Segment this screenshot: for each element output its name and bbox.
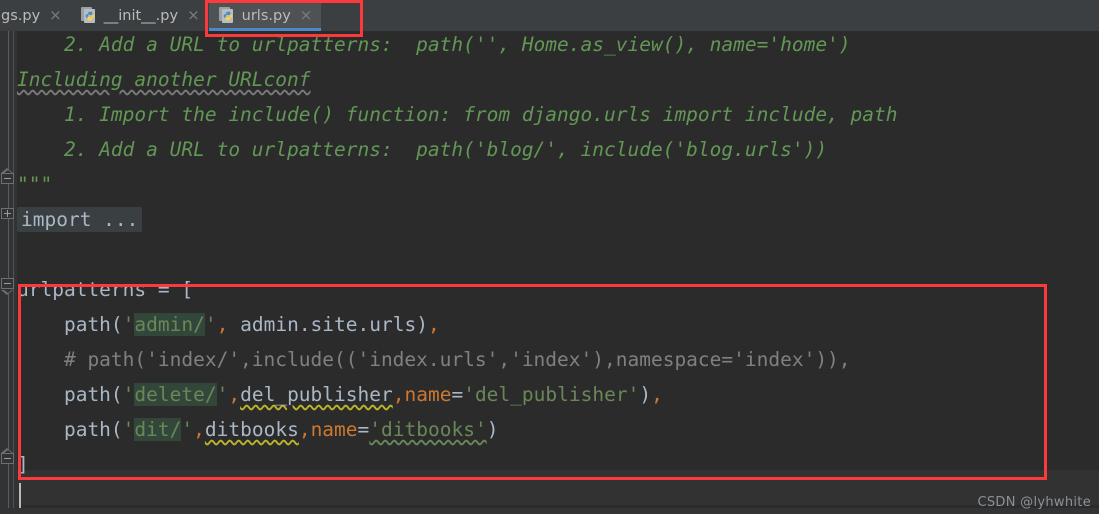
code-token-highlighted-string: admin/ [134,313,205,336]
code-token: path( [17,313,123,336]
code-token: urlpatterns [17,278,147,301]
tab-label: __init__.py [103,7,179,24]
code-token: ' [181,418,194,441]
gutter-divider [13,31,14,514]
code-line-12: path('dit/',ditbooks,name='ditbooks') [17,412,498,447]
editor-tab-bar: gs.py × __init__.py × urls.py × [0,0,1099,31]
close-icon[interactable]: × [300,8,313,23]
code-line-9: path('admin/', admin.site.urls), [17,307,440,342]
code-token: ' [122,313,135,336]
code-token: 2. Add a URL to urlpatterns: path('', Ho… [17,33,851,56]
python-file-icon [80,7,97,24]
code-token-kwarg: name [404,383,452,406]
code-token-spellcheck: 'ditbooks' [369,418,487,441]
code-token-kwarg: name [310,418,358,441]
code-token: = [357,418,370,441]
fold-marker-import-collapsed[interactable] [1,206,16,221]
code-line-5: """ [17,167,52,202]
tab-label: urls.py [241,7,291,24]
text-caret [19,483,21,509]
tab-init-py[interactable]: __init__.py × [71,0,209,31]
code-token: Including another URLconf [17,68,311,91]
code-token: , [651,383,663,406]
code-token: path( [17,383,123,406]
code-token: , [427,313,440,336]
code-token: ) [486,418,499,441]
code-token: 'del_publisher' [463,383,640,406]
python-file-icon [218,7,235,24]
collapsed-fold-chip[interactable]: import ... [17,207,143,232]
code-token-warning: del_publisher [240,383,393,406]
code-content[interactable]: 2. Add a URL to urlpatterns: path('', Ho… [17,31,1099,514]
code-token: 1. Import the include() function: from d… [17,103,898,126]
code-line-3: 1. Import the include() function: from d… [17,97,898,132]
fold-marker-urlpatterns-start[interactable] [1,276,16,295]
code-token: 2. Add a URL to urlpatterns: path('blog/… [17,138,828,161]
code-token: ' [122,383,135,406]
tab-label: gs.py [1,7,41,24]
code-token: ' [216,383,229,406]
code-token: = [146,278,182,301]
code-token: [ [181,278,194,301]
tab-urls-py[interactable]: urls.py × [208,0,322,31]
code-line-13: ] [17,447,29,482]
code-token: # path('index/',include(('index.urls','i… [17,348,851,371]
code-token: = [451,383,464,406]
close-icon[interactable]: × [187,8,200,23]
bottom-bar [0,508,1099,514]
code-token-highlighted-string: delete/ [134,383,217,406]
code-line-4: 2. Add a URL to urlpatterns: path('blog/… [17,132,827,167]
code-token: path( [17,418,123,441]
code-token-warning: ditbooks [204,418,299,441]
code-token: , [193,418,205,441]
code-token: ) [639,383,652,406]
code-token: ' [122,418,135,441]
code-token: """ [17,173,53,196]
code-token: , [392,383,405,406]
fold-marker-docstring-end[interactable] [1,168,16,186]
code-line-6-folded-import[interactable]: import ... [17,202,143,237]
code-token: ] [17,453,29,476]
fold-rail [8,31,9,514]
close-icon[interactable]: × [49,8,62,23]
watermark: CSDN @lyhwhite [977,495,1091,510]
code-line-1: 2. Add a URL to urlpatterns: path('', Ho… [17,31,851,62]
code-token: admin.site.urls) [228,313,428,336]
code-token: ' [204,313,217,336]
code-token-highlighted-string: dit/ [134,418,182,441]
code-token: , [298,418,311,441]
editor-gutter[interactable] [0,31,17,514]
code-line-2: Including another URLconf [17,62,311,97]
fold-marker-urlpatterns-end[interactable] [1,448,16,466]
code-line-8: urlpatterns = [ [17,272,193,307]
code-line-10-comment: # path('index/',include(('index.urls','i… [17,342,851,377]
tab-settings-py[interactable]: gs.py × [0,0,71,31]
code-line-11: path('delete/',del_publisher,name='del_p… [17,377,663,412]
code-token: , [216,313,229,336]
code-editor[interactable]: 2. Add a URL to urlpatterns: path('', Ho… [0,31,1099,514]
code-token: , [228,383,241,406]
